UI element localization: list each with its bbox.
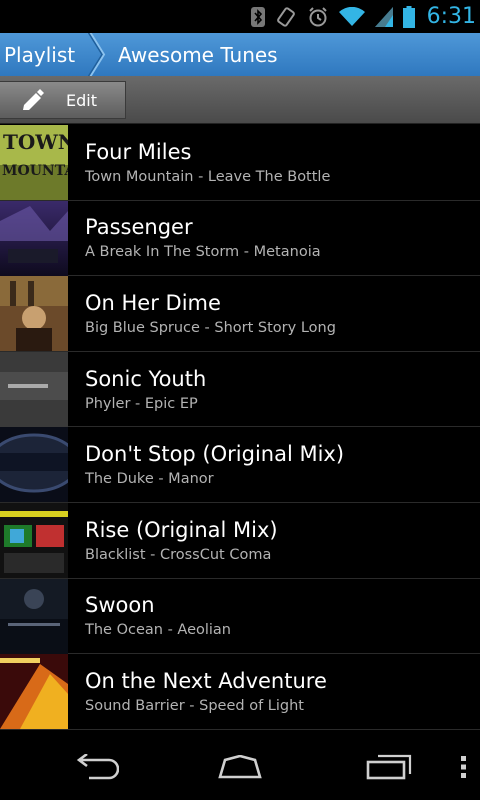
pencil-icon (0, 88, 66, 112)
track-title: Sonic Youth (85, 366, 207, 391)
breadcrumb: Playlist Awesome Tunes (0, 33, 480, 76)
track-list[interactable]: TOWN MOUNTAIN Four Miles Town Mountain - … (0, 125, 480, 737)
track-subtitle: Phyler - Epic EP (85, 395, 198, 412)
track-title: Passenger (85, 215, 193, 240)
svg-text:MOUNTAIN: MOUNTAIN (2, 163, 68, 179)
recent-apps-icon (364, 754, 412, 784)
track-subtitle: The Ocean - Aeolian (85, 622, 231, 639)
album-art (0, 351, 68, 427)
track-row[interactable]: Swoon The Ocean - Aeolian (0, 578, 480, 655)
edit-label: Edit (66, 90, 97, 110)
track-subtitle: Sound Barrier - Speed of Light (85, 697, 304, 714)
wifi-icon (338, 6, 365, 27)
track-title: Four Miles (85, 139, 192, 164)
track-title: On the Next Adventure (85, 668, 327, 693)
track-title: Don't Stop (Original Mix) (85, 442, 345, 467)
back-button[interactable] (66, 737, 126, 800)
rotation-lock-icon (275, 6, 297, 28)
back-icon (73, 752, 120, 784)
track-subtitle: Town Mountain - Leave The Bottle (85, 168, 331, 185)
track-subtitle: A Break In The Storm - Metanoia (85, 244, 321, 261)
track-row[interactable]: Rise (Original Mix) Blacklist - CrossCut… (0, 502, 480, 579)
album-art (0, 276, 68, 352)
battery-icon (402, 5, 415, 28)
album-art (0, 578, 68, 654)
clock: 6:31 (426, 4, 476, 29)
album-art (0, 200, 68, 276)
home-button[interactable] (210, 737, 270, 800)
track-row[interactable]: TOWN MOUNTAIN Four Miles Town Mountain - … (0, 125, 480, 201)
overflow-menu-icon (461, 755, 467, 782)
track-subtitle: Blacklist - CrossCut Coma (85, 546, 272, 563)
track-title: On Her Dime (85, 290, 221, 315)
track-subtitle: Big Blue Spruce - Short Story Long (85, 319, 336, 336)
recent-apps-button[interactable] (358, 737, 418, 800)
bluetooth-icon (250, 6, 265, 27)
breadcrumb-separator-icon (87, 33, 116, 76)
album-art: TOWN MOUNTAIN (0, 125, 68, 200)
track-row[interactable]: On the Next Adventure Sound Barrier - Sp… (0, 654, 480, 730)
track-row[interactable]: Passenger A Break In The Storm - Metanoi… (0, 200, 480, 277)
album-art (0, 654, 68, 730)
status-bar: 6:31 (0, 0, 480, 33)
album-art (0, 427, 68, 503)
cell-signal-icon (374, 6, 393, 27)
track-row[interactable]: On Her Dime Big Blue Spruce - Short Stor… (0, 276, 480, 352)
toolbar: Edit (0, 76, 480, 124)
track-subtitle: The Duke - Manor (85, 471, 214, 488)
alarm-icon (307, 6, 329, 28)
overflow-menu-button[interactable] (452, 737, 476, 800)
edit-button[interactable]: Edit (0, 81, 126, 119)
breadcrumb-playlist[interactable]: Playlist (0, 43, 88, 67)
navigation-bar (0, 737, 480, 800)
album-art (0, 502, 68, 578)
track-title: Swoon (85, 593, 155, 618)
svg-text:TOWN: TOWN (3, 130, 68, 154)
home-icon (215, 754, 265, 783)
track-row[interactable]: Don't Stop (Original Mix) The Duke - Man… (0, 427, 480, 503)
track-row[interactable]: Sonic Youth Phyler - Epic EP (0, 351, 480, 428)
track-title: Rise (Original Mix) (85, 517, 278, 542)
breadcrumb-current[interactable]: Awesome Tunes (116, 43, 278, 67)
